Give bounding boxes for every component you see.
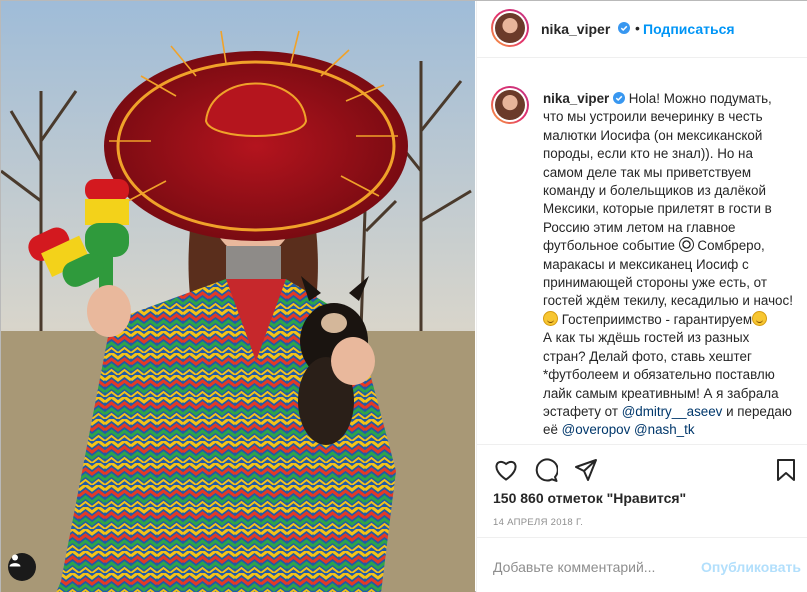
photo-illustration	[1, 1, 475, 592]
user-tag-icon	[9, 554, 21, 567]
caption-text: Hola! Можно подумать, что мы устроили ве…	[543, 91, 772, 254]
add-comment-section: Добавьте комментарий... Опубликовать	[477, 537, 807, 592]
header-separator: •	[635, 20, 640, 36]
share-icon	[575, 459, 597, 481]
like-button[interactable]	[493, 457, 519, 483]
mention-link[interactable]: @overopov	[562, 422, 631, 437]
post-sidebar: nika_viper • Подписаться nika_viper Hola…	[476, 1, 807, 592]
follow-button[interactable]: Подписаться	[643, 21, 735, 37]
avatar[interactable]	[491, 9, 529, 47]
header-username[interactable]: nika_viper	[541, 21, 610, 37]
soccer-ball-emoji-icon	[678, 237, 694, 253]
post-date[interactable]: 14 АПРЕЛЯ 2018 Г.	[493, 517, 583, 528]
post-header: nika_viper • Подписаться	[477, 1, 807, 58]
comment-input[interactable]: Добавьте комментарий...	[493, 559, 655, 575]
caption-username[interactable]: nika_viper	[543, 91, 609, 106]
mention-link[interactable]: @dmitry__aseev	[622, 404, 723, 419]
comment-icon	[535, 458, 558, 482]
smile-emoji-icon	[752, 310, 768, 326]
post-caption: nika_viper Hola! Можно подумать, что мы …	[543, 90, 795, 440]
share-button[interactable]	[573, 457, 599, 483]
comments-area[interactable]: nika_viper Hola! Можно подумать, что мы …	[477, 59, 807, 444]
heart-icon	[495, 460, 517, 481]
verified-badge-icon	[618, 22, 630, 34]
publish-button[interactable]: Опубликовать	[701, 559, 801, 575]
mention-link[interactable]: @nash_tk	[634, 422, 695, 437]
verified-badge-icon	[612, 92, 625, 104]
save-button[interactable]	[773, 457, 799, 483]
post-photo[interactable]	[1, 1, 475, 592]
likes-count[interactable]: 150 860 отметок "Нравится"	[493, 490, 686, 506]
comment-button[interactable]	[533, 457, 559, 483]
bookmark-icon	[777, 459, 795, 481]
user-tag-button[interactable]	[8, 553, 36, 581]
caption-text: Гостеприимство - гарантируем	[558, 311, 753, 327]
post-modal: nika_viper • Подписаться nika_viper Hola…	[0, 0, 807, 592]
smile-emoji-icon	[543, 310, 558, 326]
caption-avatar[interactable]	[491, 86, 529, 124]
action-bar	[477, 444, 807, 482]
